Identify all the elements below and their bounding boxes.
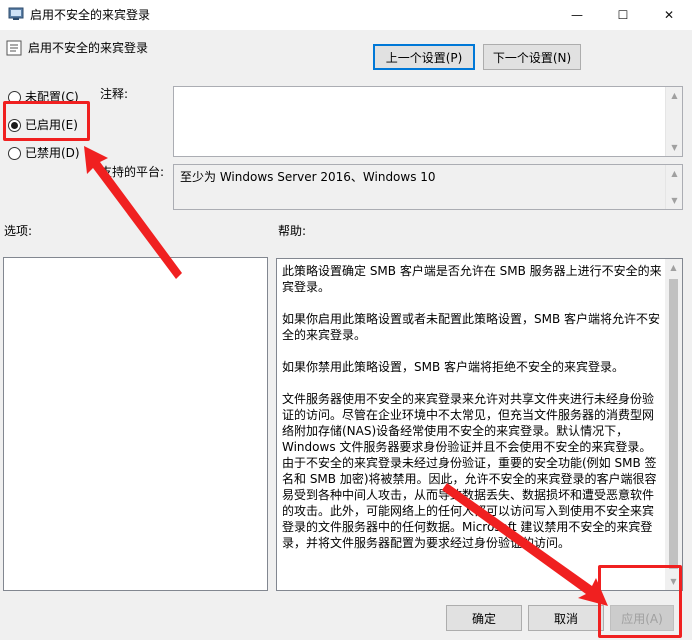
help-text: 此策略设置确定 SMB 客户端是否允许在 SMB 服务器上进行不安全的来宾登录。… bbox=[277, 259, 666, 590]
radio-label: 已禁用(D) bbox=[25, 146, 80, 160]
ok-button[interactable]: 确定 bbox=[446, 605, 522, 631]
annotation-box-apply bbox=[598, 565, 682, 638]
help-paragraph: 如果你启用此策略设置或者未配置此策略设置，SMB 客户端将允许不安全的来宾登录。 bbox=[282, 312, 661, 342]
help-paragraph: 文件服务器使用不安全的来宾登录来允许对共享文件夹进行未经身份验证的访问。尽管在企… bbox=[282, 392, 657, 550]
radio-disabled[interactable]: 已禁用(D) bbox=[8, 145, 80, 161]
policy-setting-icon bbox=[6, 40, 22, 56]
cancel-button[interactable]: 取消 bbox=[528, 605, 604, 631]
options-label: 选项: bbox=[4, 224, 33, 238]
scroll-up-icon[interactable]: ▲ bbox=[666, 87, 683, 104]
comment-textarea[interactable]: ▲ ▼ bbox=[173, 86, 683, 157]
minimize-icon: — bbox=[571, 8, 583, 22]
scroll-down-icon[interactable]: ▼ bbox=[666, 192, 683, 209]
previous-setting-button[interactable]: 上一个设置(P) bbox=[373, 44, 475, 70]
comment-scrollbar[interactable]: ▲ ▼ bbox=[665, 87, 682, 156]
policy-window-icon bbox=[8, 7, 24, 20]
close-icon: ✕ bbox=[663, 8, 675, 22]
platform-scrollbar[interactable]: ▲ ▼ bbox=[665, 165, 682, 209]
help-paragraph: 如果你禁用此策略设置，SMB 客户端将拒绝不安全的来宾登录。 bbox=[282, 360, 625, 374]
title-bar: 启用不安全的来宾登录 — ☐ ✕ bbox=[0, 0, 692, 30]
options-pane bbox=[3, 257, 268, 591]
comment-label: 注释: bbox=[100, 87, 129, 101]
minimize-button[interactable]: — bbox=[554, 0, 600, 30]
scroll-down-icon[interactable]: ▼ bbox=[666, 139, 683, 156]
platform-value: 至少为 Windows Server 2016、Windows 10 bbox=[180, 170, 436, 184]
platform-box: 至少为 Windows Server 2016、Windows 10 ▲ ▼ bbox=[173, 164, 683, 210]
scroll-thumb[interactable] bbox=[669, 279, 678, 569]
help-label: 帮助: bbox=[278, 224, 307, 238]
policy-title: 启用不安全的来宾登录 bbox=[28, 41, 149, 55]
annotation-box-enabled bbox=[3, 101, 90, 141]
radio-circle[interactable] bbox=[8, 146, 21, 160]
help-pane: 此策略设置确定 SMB 客户端是否允许在 SMB 服务器上进行不安全的来宾登录。… bbox=[276, 258, 683, 591]
maximize-button[interactable]: ☐ bbox=[600, 0, 646, 30]
scroll-up-icon[interactable]: ▲ bbox=[666, 165, 683, 182]
help-paragraph: 此策略设置确定 SMB 客户端是否允许在 SMB 服务器上进行不安全的来宾登录。 bbox=[282, 264, 662, 294]
scroll-up-icon[interactable]: ▲ bbox=[665, 259, 682, 276]
platform-label: 支持的平台: bbox=[100, 165, 165, 179]
close-button[interactable]: ✕ bbox=[646, 0, 692, 30]
help-scrollbar[interactable]: ▲ ▼ bbox=[665, 259, 682, 590]
next-setting-button[interactable]: 下一个设置(N) bbox=[483, 44, 581, 70]
window-title: 启用不安全的来宾登录 bbox=[30, 8, 151, 22]
maximize-icon: ☐ bbox=[617, 8, 629, 22]
